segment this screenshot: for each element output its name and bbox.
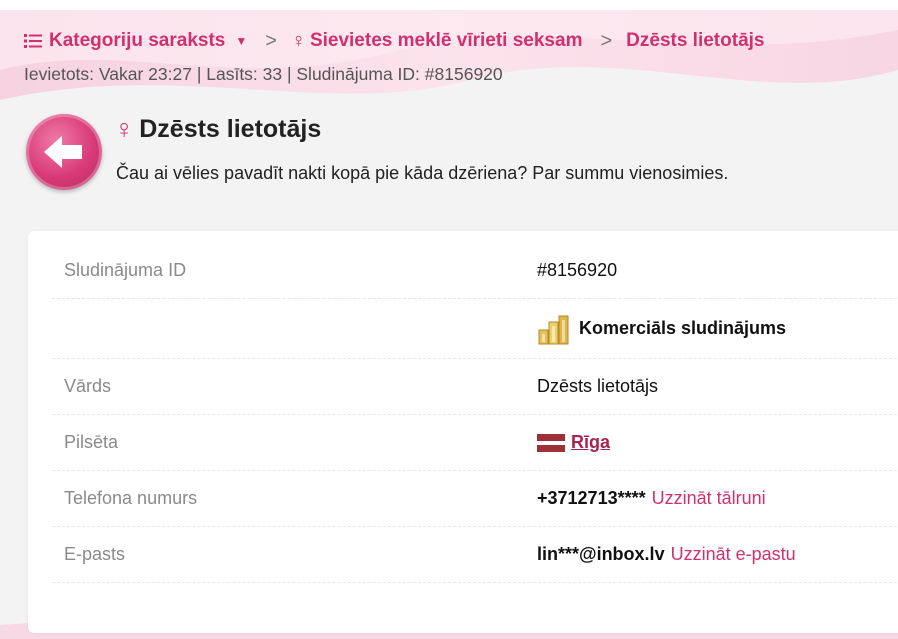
- detail-row-id: Sludinājuma ID #8156920: [52, 243, 898, 299]
- latvia-flag-icon: [537, 433, 565, 452]
- breadcrumb-categories-label: Kategoriju saraksts: [49, 30, 226, 51]
- chevron-right-icon: >: [600, 29, 613, 52]
- phone-number: +3712713****: [537, 488, 646, 508]
- phone-value: +3712713**** Uzzināt tālruni: [537, 488, 766, 509]
- female-icon: ♀: [114, 114, 135, 144]
- detail-row-name: Vārds Dzēsts lietotājs: [52, 359, 898, 415]
- reveal-email-link[interactable]: Uzzināt e-pastu: [671, 544, 796, 565]
- detail-row-email: E-pasts lin***@inbox.lv Uzzināt e-pastu: [52, 527, 898, 583]
- breadcrumb-current-label: Dzēsts lietotājs: [626, 30, 765, 51]
- detail-label: Sludinājuma ID: [64, 260, 187, 280]
- chevron-right-icon: >: [265, 29, 277, 52]
- detail-row-commercial: Komerciāls sludinājums: [52, 299, 898, 359]
- commercial-badge: Komerciāls sludinājums: [537, 312, 786, 346]
- detail-label: E-pasts: [64, 544, 126, 564]
- chevron-down-icon: ▼: [235, 34, 248, 48]
- city-link[interactable]: Rīga: [571, 432, 610, 453]
- back-arrow-icon: [44, 136, 82, 168]
- breadcrumb-section[interactable]: ♀ Sievietes meklē vīrieti seksam: [291, 30, 583, 53]
- detail-row-city: Pilsēta Rīga: [52, 415, 898, 471]
- breadcrumb-section-label: Sievietes meklē vīrieti seksam: [309, 30, 583, 51]
- details-card: Sludinājuma ID #8156920 Komerciāls sludi…: [28, 231, 898, 633]
- breadcrumb-current[interactable]: Dzēsts lietotājs: [626, 30, 764, 52]
- detail-label: Pilsēta: [64, 432, 119, 452]
- detail-label: Vārds: [64, 376, 112, 396]
- breadcrumb-categories[interactable]: Kategoriju saraksts ▼: [24, 30, 247, 52]
- city-value: Rīga: [537, 432, 610, 453]
- coins-icon: [537, 312, 571, 346]
- female-icon: ♀: [290, 29, 306, 52]
- email-address: lin***@inbox.lv: [537, 544, 665, 564]
- ad-meta-info: Ievietots: Vakar 23:27 | Lasīts: 33 | Sl…: [24, 64, 503, 84]
- detail-value: Dzēsts lietotājs: [537, 376, 659, 396]
- detail-value: #8156920: [537, 260, 618, 280]
- ad-title: ♀ Dzēsts lietotājs: [114, 114, 321, 145]
- detail-row-phone: Telefona numurs +3712713**** Uzzināt tāl…: [52, 471, 898, 527]
- back-button[interactable]: [26, 114, 102, 190]
- email-value: lin***@inbox.lv Uzzināt e-pastu: [537, 544, 796, 565]
- reveal-phone-link[interactable]: Uzzināt tālruni: [652, 488, 766, 509]
- commercial-label: Komerciāls sludinājums: [579, 318, 787, 338]
- breadcrumb: Kategoriju saraksts ▼ > ♀ Sievietes mekl…: [24, 28, 764, 54]
- ad-description: Čau ai vēlies pavadīt nakti kopā pie kād…: [116, 163, 729, 183]
- ad-title-text: Dzēsts lietotājs: [139, 115, 322, 143]
- detail-label: Telefona numurs: [64, 488, 198, 508]
- list-icon: [24, 33, 42, 49]
